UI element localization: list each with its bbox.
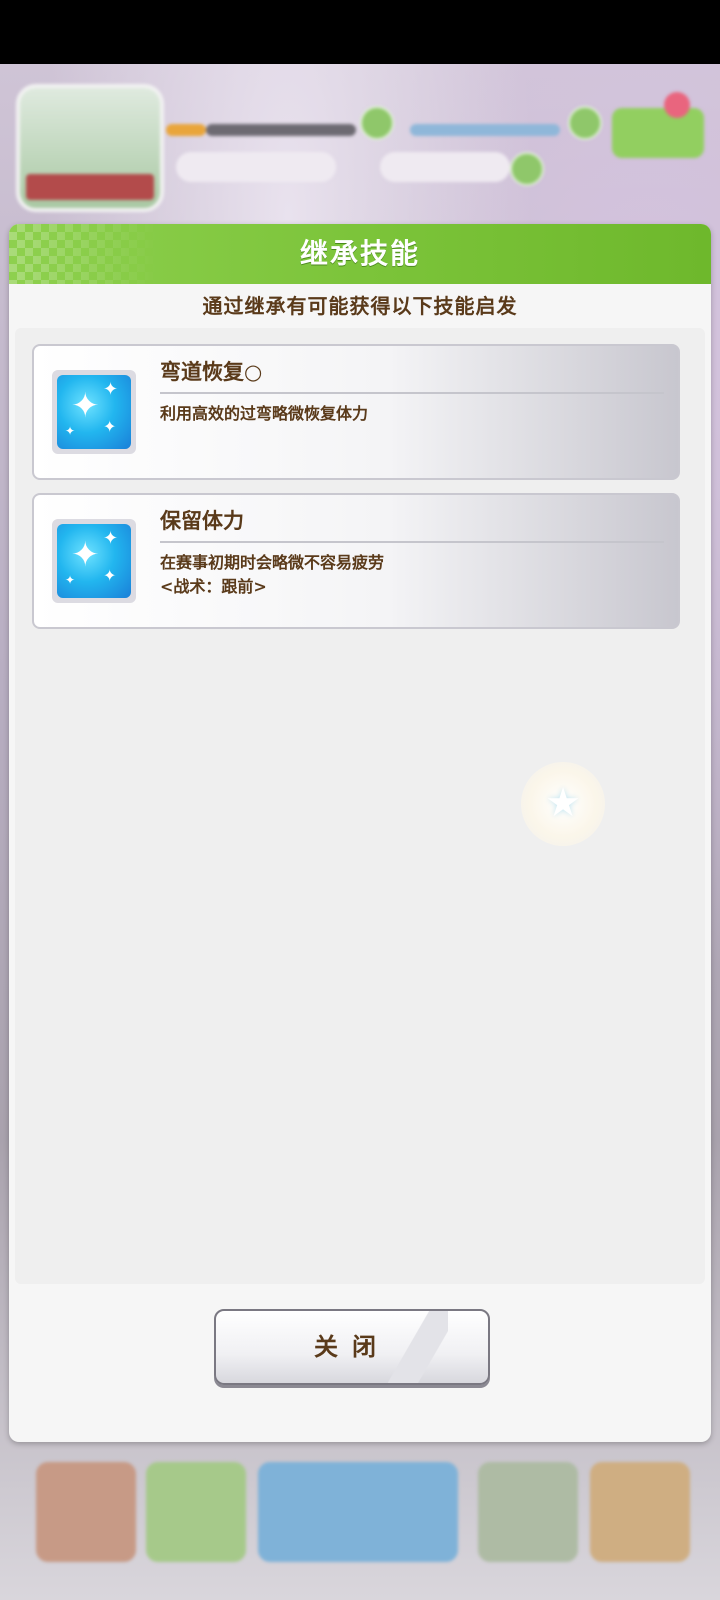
skill-description: 在赛事初期时会略微不容易疲劳 <战术：跟前> xyxy=(160,553,385,596)
dialog-header: 继承技能 xyxy=(9,224,711,284)
rp-bar xyxy=(410,124,560,136)
skill-divider xyxy=(160,392,664,394)
nav-item-race xyxy=(478,1462,578,1562)
jewel-plus-icon xyxy=(510,152,544,186)
nav-item-gacha xyxy=(590,1462,690,1562)
skill-name: 保留体力 xyxy=(160,509,244,533)
background-bottom-nav xyxy=(0,1432,720,1600)
nav-item-enhance xyxy=(146,1462,246,1562)
close-button-label: 关闭 xyxy=(314,1333,390,1361)
tp-bar-fill xyxy=(166,124,206,136)
tp-bar xyxy=(206,124,356,136)
inherit-skills-dialog: 继承技能 通过继承有可能获得以下技能启发 ✦ ✦ ✦ ✦ 弯道恢复○ 利用高效的过弯略… xyxy=(9,224,711,1442)
skill-divider xyxy=(160,541,664,543)
floating-star-icon: ★ xyxy=(521,762,605,846)
close-button[interactable]: 关闭 xyxy=(214,1309,490,1385)
skill-icon-frame: ✦ ✦ ✦ ✦ xyxy=(52,370,136,454)
dialog-title: 继承技能 xyxy=(299,237,420,270)
money-pill xyxy=(176,152,336,182)
sparkle-skill-icon: ✦ ✦ ✦ ✦ xyxy=(57,524,131,598)
nav-item-character xyxy=(36,1462,136,1562)
menu-button xyxy=(612,108,704,158)
skill-card-conserve-stamina[interactable]: ✦ ✦ ✦ ✦ 保留体力 在赛事初期时会略微不容易疲劳 <战术：跟前> xyxy=(32,493,680,629)
sparkle-skill-icon: ✦ ✦ ✦ ✦ xyxy=(57,375,131,449)
skill-description: 利用高效的过弯略微恢复体力 xyxy=(160,404,369,423)
rp-plus-icon xyxy=(568,106,602,140)
background-top-hud xyxy=(0,64,720,224)
status-bar xyxy=(0,0,720,64)
skill-name: 弯道恢复○ xyxy=(160,360,263,384)
nav-item-home xyxy=(258,1462,458,1562)
tp-plus-icon xyxy=(360,106,394,140)
notification-badge xyxy=(664,92,690,118)
skill-card-corner-recovery[interactable]: ✦ ✦ ✦ ✦ 弯道恢复○ 利用高效的过弯略微恢复体力 xyxy=(32,344,680,480)
jewel-pill xyxy=(380,152,510,182)
skill-icon-frame: ✦ ✦ ✦ ✦ xyxy=(52,519,136,603)
rank-badge xyxy=(16,84,164,212)
dialog-subtitle: 通过继承有可能获得以下技能启发 xyxy=(202,294,518,318)
